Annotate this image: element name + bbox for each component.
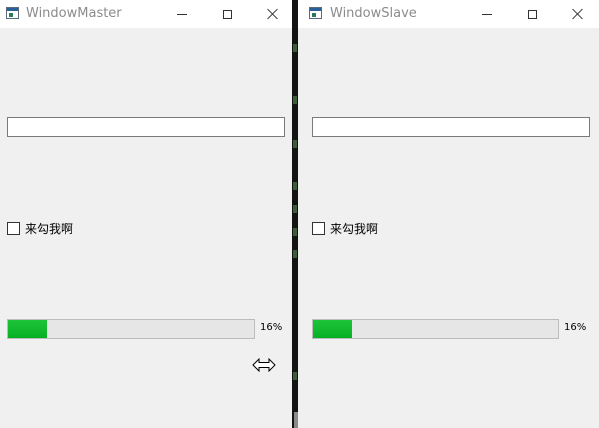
text-input[interactable] [312, 117, 590, 137]
title-bar[interactable]: WindowMaster [0, 0, 293, 28]
progress-fill [8, 320, 48, 338]
progress-bar [7, 319, 255, 339]
window-master: WindowMaster 来勾我啊 16% [0, 0, 293, 428]
close-button[interactable] [253, 0, 293, 28]
resize-horizontal-cursor-icon [252, 358, 276, 372]
checkbox-row[interactable]: 来勾我啊 [7, 220, 73, 236]
title-bar[interactable]: WindowSlave [298, 0, 599, 28]
maximize-button[interactable] [512, 0, 552, 28]
minimize-button[interactable] [467, 0, 507, 28]
progress-percent: 16% [564, 322, 587, 333]
text-input[interactable] [7, 117, 285, 137]
window-title: WindowMaster [26, 6, 122, 21]
checkbox-label[interactable]: 来勾我啊 [25, 220, 73, 237]
application-icon [309, 7, 322, 19]
minimize-icon [177, 13, 187, 15]
progress-bar [312, 319, 559, 339]
close-icon [267, 8, 279, 20]
window-title: WindowSlave [330, 6, 417, 21]
maximize-icon [527, 9, 537, 19]
window-slave: WindowSlave 来勾我啊 16% [298, 0, 599, 428]
application-icon [6, 7, 19, 19]
close-button[interactable] [558, 0, 598, 28]
minimize-button[interactable] [162, 0, 202, 28]
progress-fill [313, 320, 353, 338]
maximize-button[interactable] [207, 0, 247, 28]
close-icon [572, 8, 584, 20]
checkbox-row[interactable]: 来勾我啊 [312, 220, 378, 236]
checkbox[interactable] [312, 221, 325, 235]
progress-percent: 16% [260, 322, 283, 333]
checkbox[interactable] [7, 221, 20, 235]
minimize-icon [482, 13, 492, 15]
maximize-icon [222, 9, 232, 19]
checkbox-label[interactable]: 来勾我啊 [330, 220, 378, 237]
